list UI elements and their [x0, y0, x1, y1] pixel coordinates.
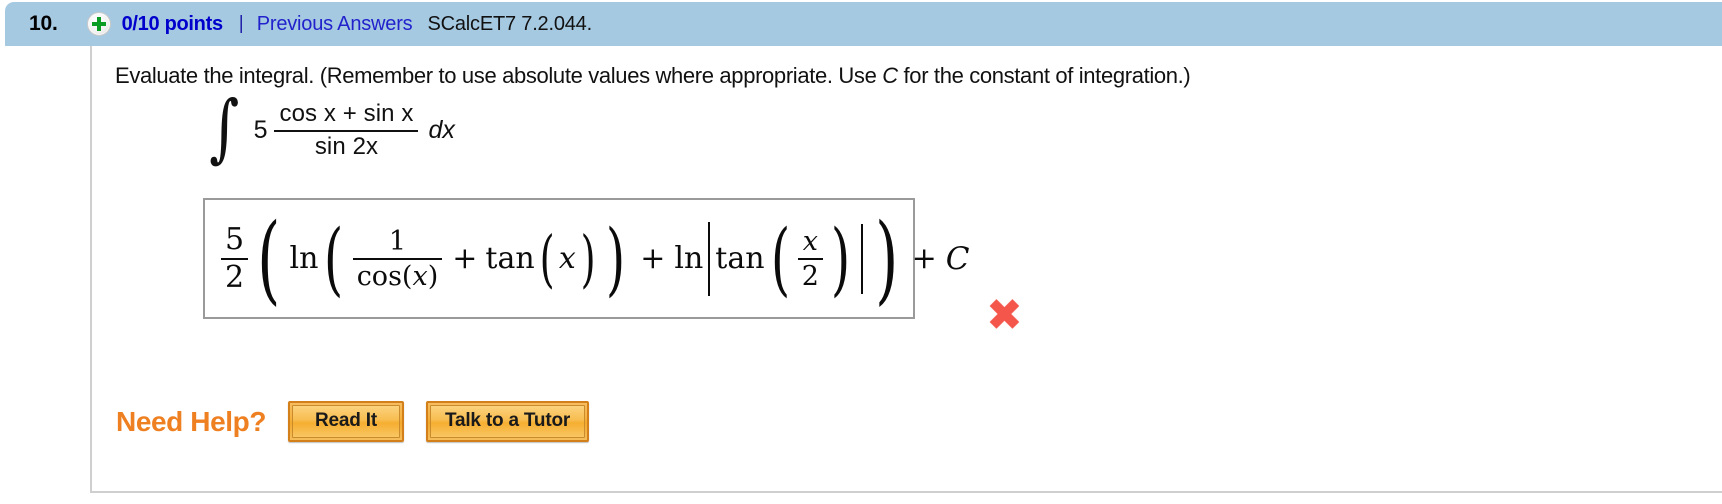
question-number: 10.	[29, 12, 58, 35]
answer-half-angle-fraction: x 2	[797, 225, 823, 292]
plus-operator-2: +	[640, 241, 666, 276]
previous-answers-link[interactable]: Previous Answers	[257, 13, 413, 36]
points-earned: 0/10 points	[121, 12, 223, 35]
answer-inner-fraction-numerator: 1	[388, 225, 407, 257]
incorrect-answer-icon: ✖	[986, 290, 1023, 341]
cos-operator: cos	[356, 260, 402, 292]
ln-operator-1: ln	[289, 241, 319, 276]
answer-outer-fraction-denominator: 2	[225, 259, 245, 295]
textbook-reference-code: SCalcET7 7.2.044.	[427, 12, 592, 35]
integral-coefficient: 5	[253, 116, 268, 145]
plus-operator-1: +	[452, 241, 478, 276]
abs-bar-open	[708, 221, 711, 296]
integrand-denominator: sin 2x	[314, 132, 379, 160]
integrand-fraction: cos x + sin x sin 2x	[274, 100, 419, 161]
answer-outer-fraction-numerator: 5	[225, 221, 245, 257]
plus-circle-icon[interactable]	[86, 12, 111, 36]
read-it-button-label: Read It	[292, 405, 400, 438]
talk-to-a-tutor-button[interactable]: Talk to a Tutor	[425, 401, 590, 442]
integral-sign-icon: ∫	[209, 85, 240, 172]
need-help-row: Need Help? Read It Talk to a Tutor	[116, 401, 590, 442]
cos-argument: x	[412, 260, 428, 292]
half-angle-denominator: 2	[801, 260, 819, 292]
plus-operator-3: +	[911, 241, 937, 276]
integration-constant: C	[945, 240, 970, 277]
tan-1-argument: x	[558, 241, 576, 276]
talk-to-a-tutor-button-label: Talk to a Tutor	[429, 405, 586, 438]
abs-bar-close	[861, 223, 864, 294]
question-prompt: Evaluate the integral. (Remember to use …	[115, 63, 1191, 89]
integral-expression: ∫ 5 cos x + sin x sin 2x dx	[205, 85, 455, 172]
half-angle-numerator: x	[802, 225, 818, 257]
question-panel: 10. 0/10 points | Previous Answers SCalc…	[0, 0, 1722, 504]
prompt-constant-symbol: C	[882, 63, 898, 88]
tan-operator-1: tan	[485, 241, 535, 276]
header-separator: |	[238, 13, 244, 34]
prompt-text-part-2: for the constant of integration.)	[897, 63, 1191, 88]
ln-operator-2: ln	[674, 241, 704, 276]
differential-dx: dx	[428, 116, 455, 145]
integrand-numerator: cos x + sin x	[279, 100, 414, 127]
question-body: Evaluate the integral. (Remember to use …	[90, 46, 1722, 493]
need-help-label: Need Help?	[116, 405, 267, 437]
answer-inner-fraction-denominator: cos(x)	[356, 260, 439, 292]
tan-operator-2: tan	[715, 241, 765, 276]
question-header-bar: 10. 0/10 points | Previous Answers SCalc…	[5, 2, 1722, 46]
answer-input-box[interactable]: 5 2 ( ln ( 1 cos(x) + tan ( x ) ) + ln t…	[203, 198, 969, 319]
answer-outer-fraction: 5 2	[221, 221, 249, 295]
answer-expression: 5 2 ( ln ( 1 cos(x) + tan ( x ) ) + ln t…	[219, 211, 970, 307]
answer-inner-fraction: 1 cos(x)	[352, 225, 443, 292]
read-it-button[interactable]: Read It	[288, 401, 404, 442]
